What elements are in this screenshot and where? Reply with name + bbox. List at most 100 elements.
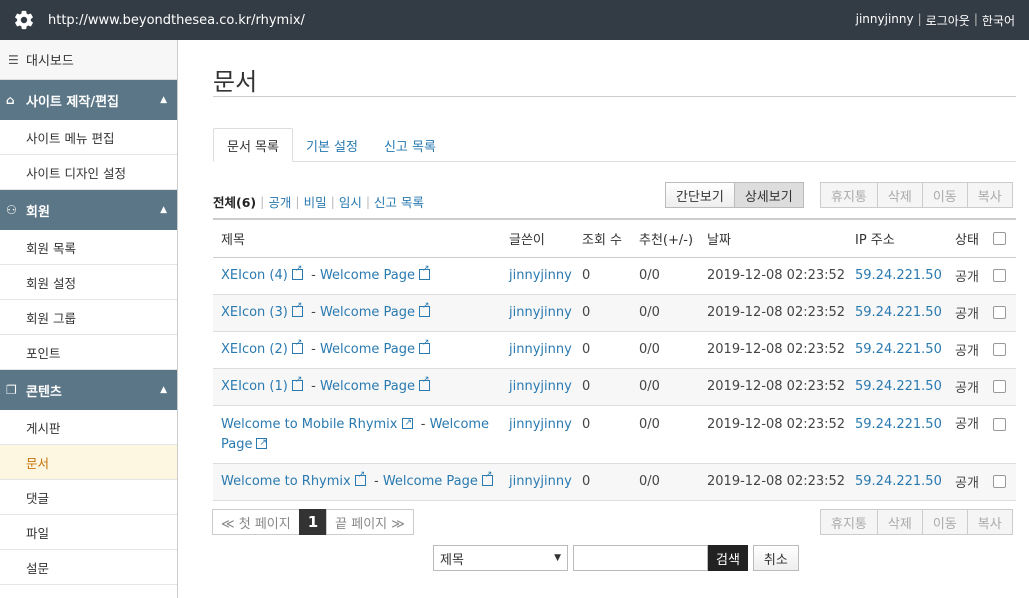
row-checkbox[interactable]: [993, 475, 1006, 488]
col-status[interactable]: 상태: [947, 218, 985, 258]
delete-button[interactable]: 삭제: [876, 509, 923, 535]
current-page[interactable]: 1: [298, 509, 328, 535]
cancel-button[interactable]: 취소: [752, 545, 799, 571]
trash-button[interactable]: 휴지통: [820, 182, 878, 208]
col-votes[interactable]: 추천(+/-): [631, 218, 699, 258]
filter-secret[interactable]: 비밀: [304, 192, 327, 211]
document-title-link[interactable]: XEIcon (4): [221, 268, 288, 283]
view-toggle: 간단보기 상세보기: [665, 182, 804, 208]
row-checkbox[interactable]: [993, 417, 1006, 431]
copy-button[interactable]: 복사: [966, 509, 1013, 535]
category-link[interactable]: Welcome Page: [320, 379, 415, 394]
author-link[interactable]: jinnyjinny: [509, 417, 572, 432]
search-button[interactable]: 검색: [708, 545, 748, 571]
ip-link[interactable]: 59.24.221.50: [855, 305, 942, 320]
filter-temp[interactable]: 임시: [339, 192, 362, 211]
copy-button[interactable]: 복사: [966, 182, 1013, 208]
sidebar-item-member-settings[interactable]: 회원 설정: [0, 265, 177, 300]
gear-icon[interactable]: [12, 8, 36, 32]
document-title-link[interactable]: Welcome to Rhymix: [221, 474, 351, 489]
select-all-checkbox[interactable]: [993, 231, 1006, 245]
move-button[interactable]: 이동: [921, 509, 968, 535]
tab-report-list[interactable]: 신고 목록: [371, 128, 449, 162]
external-link-icon[interactable]: [419, 375, 431, 391]
col-date[interactable]: 날짜: [699, 218, 847, 258]
sidebar-group-contents[interactable]: ❐ 콘텐츠 ▲: [0, 370, 177, 410]
sidebar-item-comments[interactable]: 댓글: [0, 480, 177, 515]
first-page-link[interactable]: ≪ 첫 페이지: [212, 509, 300, 535]
row-checkbox[interactable]: [993, 380, 1006, 393]
external-link-icon[interactable]: [419, 264, 431, 280]
document-title-link[interactable]: XEIcon (1): [221, 379, 288, 394]
username-link[interactable]: jinnyjinny: [856, 12, 914, 29]
move-button[interactable]: 이동: [921, 182, 968, 208]
category-link[interactable]: Welcome Page: [383, 474, 478, 489]
tab-basic-settings[interactable]: 기본 설정: [293, 128, 371, 162]
sidebar-item-dashboard[interactable]: ☰ 대시보드: [0, 40, 177, 80]
external-link-icon[interactable]: [401, 413, 413, 433]
col-author[interactable]: 글쓴이: [501, 218, 574, 258]
external-link-icon[interactable]: [256, 433, 268, 453]
sidebar-item-documents[interactable]: 문서: [0, 445, 177, 480]
sidebar-group-site[interactable]: ⌂ 사이트 제작/편집 ▲: [0, 80, 177, 120]
divider: [213, 96, 1016, 97]
ip-cell: 59.24.221.50: [847, 405, 947, 464]
category-link[interactable]: Welcome Page: [320, 268, 415, 283]
author-link[interactable]: jinnyjinny: [509, 474, 572, 489]
filter-public[interactable]: 공개: [268, 192, 291, 211]
ip-link[interactable]: 59.24.221.50: [855, 474, 942, 489]
search-field-select[interactable]: 제목 ▼: [433, 545, 568, 571]
detail-view-button[interactable]: 상세보기: [733, 182, 804, 208]
select-cell: [985, 463, 1016, 501]
language-link[interactable]: 한국어: [982, 12, 1015, 29]
category-link[interactable]: Welcome Page: [320, 342, 415, 357]
col-views[interactable]: 조회 수: [574, 218, 631, 258]
external-link-icon[interactable]: [481, 470, 493, 486]
sidebar-item-boards[interactable]: 게시판: [0, 410, 177, 445]
document-title-link[interactable]: Welcome to Mobile Rhymix: [221, 417, 398, 432]
row-checkbox[interactable]: [993, 306, 1006, 319]
row-checkbox[interactable]: [993, 269, 1006, 282]
filter-all[interactable]: 전체(6): [213, 192, 256, 211]
external-link-icon[interactable]: [419, 338, 431, 354]
sidebar-group-members[interactable]: ⚇ 회원 ▲: [0, 190, 177, 230]
ip-cell: 59.24.221.50: [847, 294, 947, 332]
document-title-link[interactable]: XEIcon (3): [221, 305, 288, 320]
simple-view-button[interactable]: 간단보기: [665, 182, 735, 208]
row-checkbox[interactable]: [993, 343, 1006, 356]
external-link-icon[interactable]: [291, 301, 303, 317]
sidebar-item-menu-edit[interactable]: 사이트 메뉴 편집: [0, 120, 177, 155]
col-ip[interactable]: IP 주소: [847, 218, 947, 258]
external-link-icon[interactable]: [354, 470, 366, 486]
site-url-link[interactable]: http://www.beyondthesea.co.kr/rhymix/: [48, 13, 305, 28]
ip-link[interactable]: 59.24.221.50: [855, 342, 942, 357]
col-title[interactable]: 제목: [213, 218, 501, 258]
sidebar-item-design[interactable]: 사이트 디자인 설정: [0, 155, 177, 190]
last-page-link[interactable]: 끝 페이지 ≫: [326, 509, 414, 535]
filter-reported[interactable]: 신고 목록: [374, 192, 424, 211]
ip-cell: 59.24.221.50: [847, 331, 947, 369]
external-link-icon[interactable]: [291, 375, 303, 391]
sidebar-item-files[interactable]: 파일: [0, 515, 177, 550]
ip-link[interactable]: 59.24.221.50: [855, 268, 942, 283]
author-link[interactable]: jinnyjinny: [509, 379, 572, 394]
author-link[interactable]: jinnyjinny: [509, 342, 572, 357]
author-link[interactable]: jinnyjinny: [509, 305, 572, 320]
sidebar-item-polls[interactable]: 설문: [0, 550, 177, 585]
sidebar-item-member-groups[interactable]: 회원 그룹: [0, 300, 177, 335]
external-link-icon[interactable]: [291, 338, 303, 354]
ip-link[interactable]: 59.24.221.50: [855, 379, 942, 394]
trash-button[interactable]: 휴지통: [820, 509, 878, 535]
search-input[interactable]: [573, 545, 708, 571]
external-link-icon[interactable]: [291, 264, 303, 280]
tab-document-list[interactable]: 문서 목록: [213, 128, 293, 162]
author-link[interactable]: jinnyjinny: [509, 268, 572, 283]
external-link-icon[interactable]: [419, 301, 431, 317]
delete-button[interactable]: 삭제: [876, 182, 923, 208]
category-link[interactable]: Welcome Page: [320, 305, 415, 320]
logout-link[interactable]: 로그아웃: [926, 12, 970, 29]
ip-link[interactable]: 59.24.221.50: [855, 417, 942, 432]
sidebar-item-points[interactable]: 포인트: [0, 335, 177, 370]
sidebar-item-member-list[interactable]: 회원 목록: [0, 230, 177, 265]
document-title-link[interactable]: XEIcon (2): [221, 342, 288, 357]
